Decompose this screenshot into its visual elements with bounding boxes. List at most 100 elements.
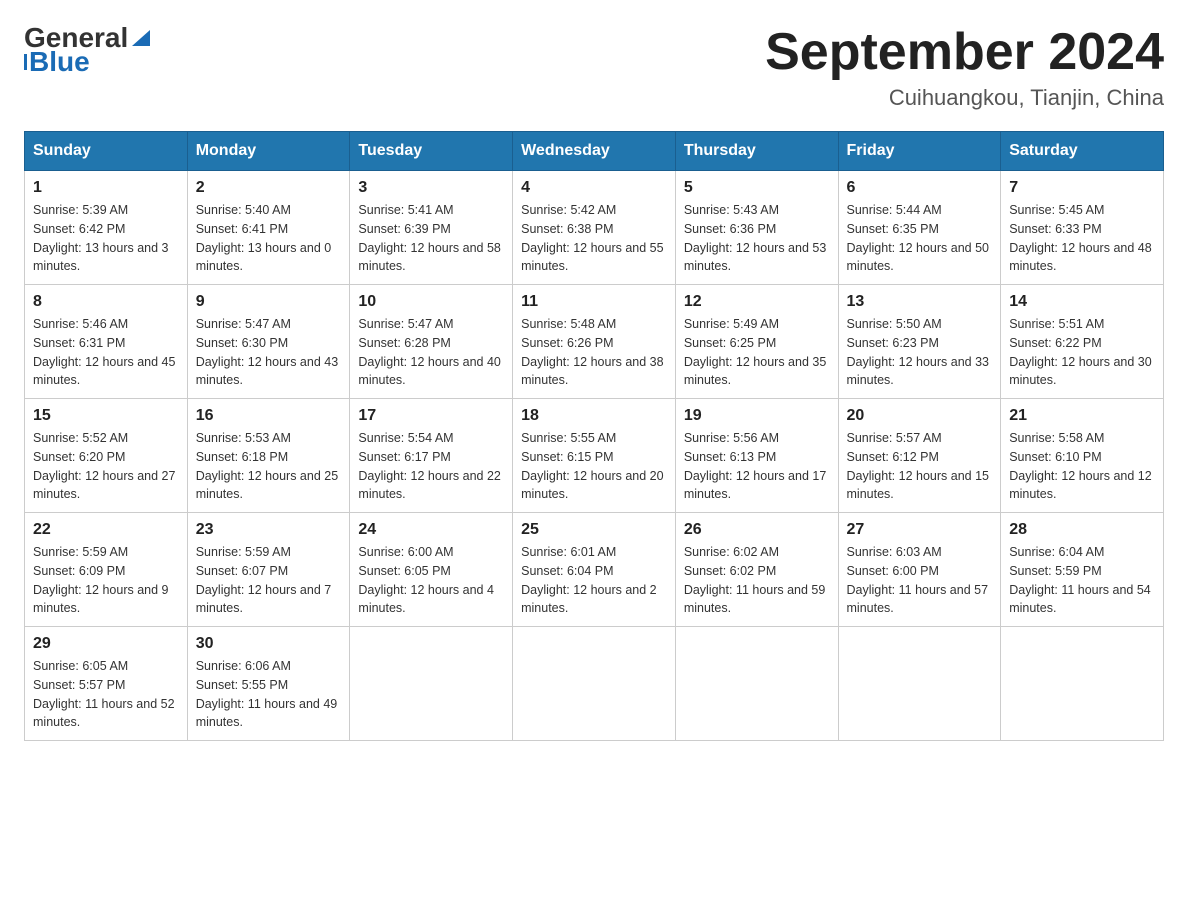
day-info: Sunrise: 5:57 AM Sunset: 6:12 PM Dayligh…	[847, 429, 993, 504]
day-info: Sunrise: 6:06 AM Sunset: 5:55 PM Dayligh…	[196, 657, 342, 732]
table-row: 18 Sunrise: 5:55 AM Sunset: 6:15 PM Dayl…	[513, 399, 676, 513]
table-row: 4 Sunrise: 5:42 AM Sunset: 6:38 PM Dayli…	[513, 171, 676, 285]
day-info: Sunrise: 5:54 AM Sunset: 6:17 PM Dayligh…	[358, 429, 504, 504]
day-info: Sunrise: 5:59 AM Sunset: 6:09 PM Dayligh…	[33, 543, 179, 618]
day-number: 5	[684, 179, 830, 197]
day-info: Sunrise: 5:51 AM Sunset: 6:22 PM Dayligh…	[1009, 315, 1155, 390]
day-info: Sunrise: 5:46 AM Sunset: 6:31 PM Dayligh…	[33, 315, 179, 390]
col-friday: Friday	[838, 132, 1001, 171]
table-row	[1001, 627, 1164, 741]
day-number: 30	[196, 635, 342, 653]
day-number: 24	[358, 521, 504, 539]
day-number: 14	[1009, 293, 1155, 311]
calendar-header-row: Sunday Monday Tuesday Wednesday Thursday…	[25, 132, 1164, 171]
day-number: 29	[33, 635, 179, 653]
table-row: 7 Sunrise: 5:45 AM Sunset: 6:33 PM Dayli…	[1001, 171, 1164, 285]
table-row: 2 Sunrise: 5:40 AM Sunset: 6:41 PM Dayli…	[187, 171, 350, 285]
day-number: 18	[521, 407, 667, 425]
day-number: 13	[847, 293, 993, 311]
calendar-week-1: 1 Sunrise: 5:39 AM Sunset: 6:42 PM Dayli…	[25, 171, 1164, 285]
table-row: 21 Sunrise: 5:58 AM Sunset: 6:10 PM Dayl…	[1001, 399, 1164, 513]
day-number: 16	[196, 407, 342, 425]
day-info: Sunrise: 5:42 AM Sunset: 6:38 PM Dayligh…	[521, 201, 667, 276]
page-header: General Blue September 2024 Cuihuangkou,…	[24, 24, 1164, 111]
logo-text-blue: Blue	[29, 48, 90, 76]
day-info: Sunrise: 5:53 AM Sunset: 6:18 PM Dayligh…	[196, 429, 342, 504]
table-row: 14 Sunrise: 5:51 AM Sunset: 6:22 PM Dayl…	[1001, 285, 1164, 399]
table-row: 16 Sunrise: 5:53 AM Sunset: 6:18 PM Dayl…	[187, 399, 350, 513]
day-number: 20	[847, 407, 993, 425]
table-row: 9 Sunrise: 5:47 AM Sunset: 6:30 PM Dayli…	[187, 285, 350, 399]
day-number: 19	[684, 407, 830, 425]
table-row: 26 Sunrise: 6:02 AM Sunset: 6:02 PM Dayl…	[675, 513, 838, 627]
table-row: 25 Sunrise: 6:01 AM Sunset: 6:04 PM Dayl…	[513, 513, 676, 627]
table-row: 1 Sunrise: 5:39 AM Sunset: 6:42 PM Dayli…	[25, 171, 188, 285]
table-row	[350, 627, 513, 741]
table-row: 22 Sunrise: 5:59 AM Sunset: 6:09 PM Dayl…	[25, 513, 188, 627]
table-row: 17 Sunrise: 5:54 AM Sunset: 6:17 PM Dayl…	[350, 399, 513, 513]
day-info: Sunrise: 5:47 AM Sunset: 6:30 PM Dayligh…	[196, 315, 342, 390]
day-info: Sunrise: 5:49 AM Sunset: 6:25 PM Dayligh…	[684, 315, 830, 390]
col-sunday: Sunday	[25, 132, 188, 171]
day-number: 15	[33, 407, 179, 425]
day-number: 28	[1009, 521, 1155, 539]
calendar-week-5: 29 Sunrise: 6:05 AM Sunset: 5:57 PM Dayl…	[25, 627, 1164, 741]
day-info: Sunrise: 6:00 AM Sunset: 6:05 PM Dayligh…	[358, 543, 504, 618]
title-block: September 2024 Cuihuangkou, Tianjin, Chi…	[765, 24, 1164, 111]
day-info: Sunrise: 6:04 AM Sunset: 5:59 PM Dayligh…	[1009, 543, 1155, 618]
location-subtitle: Cuihuangkou, Tianjin, China	[765, 85, 1164, 111]
table-row: 29 Sunrise: 6:05 AM Sunset: 5:57 PM Dayl…	[25, 627, 188, 741]
logo: General Blue	[24, 24, 152, 76]
table-row: 8 Sunrise: 5:46 AM Sunset: 6:31 PM Dayli…	[25, 285, 188, 399]
table-row: 19 Sunrise: 5:56 AM Sunset: 6:13 PM Dayl…	[675, 399, 838, 513]
table-row: 10 Sunrise: 5:47 AM Sunset: 6:28 PM Dayl…	[350, 285, 513, 399]
day-number: 11	[521, 293, 667, 311]
day-info: Sunrise: 6:01 AM Sunset: 6:04 PM Dayligh…	[521, 543, 667, 618]
day-info: Sunrise: 5:56 AM Sunset: 6:13 PM Dayligh…	[684, 429, 830, 504]
day-number: 10	[358, 293, 504, 311]
col-thursday: Thursday	[675, 132, 838, 171]
day-number: 9	[196, 293, 342, 311]
day-number: 4	[521, 179, 667, 197]
day-number: 1	[33, 179, 179, 197]
table-row: 24 Sunrise: 6:00 AM Sunset: 6:05 PM Dayl…	[350, 513, 513, 627]
day-info: Sunrise: 5:59 AM Sunset: 6:07 PM Dayligh…	[196, 543, 342, 618]
day-number: 12	[684, 293, 830, 311]
col-tuesday: Tuesday	[350, 132, 513, 171]
col-monday: Monday	[187, 132, 350, 171]
day-number: 23	[196, 521, 342, 539]
day-info: Sunrise: 5:48 AM Sunset: 6:26 PM Dayligh…	[521, 315, 667, 390]
calendar-week-2: 8 Sunrise: 5:46 AM Sunset: 6:31 PM Dayli…	[25, 285, 1164, 399]
day-number: 22	[33, 521, 179, 539]
day-number: 25	[521, 521, 667, 539]
logo-triangle-icon	[130, 26, 152, 48]
day-info: Sunrise: 5:47 AM Sunset: 6:28 PM Dayligh…	[358, 315, 504, 390]
day-info: Sunrise: 6:03 AM Sunset: 6:00 PM Dayligh…	[847, 543, 993, 618]
day-info: Sunrise: 5:44 AM Sunset: 6:35 PM Dayligh…	[847, 201, 993, 276]
day-info: Sunrise: 5:43 AM Sunset: 6:36 PM Dayligh…	[684, 201, 830, 276]
day-number: 7	[1009, 179, 1155, 197]
day-info: Sunrise: 5:40 AM Sunset: 6:41 PM Dayligh…	[196, 201, 342, 276]
day-info: Sunrise: 5:50 AM Sunset: 6:23 PM Dayligh…	[847, 315, 993, 390]
table-row	[838, 627, 1001, 741]
table-row	[675, 627, 838, 741]
calendar-week-4: 22 Sunrise: 5:59 AM Sunset: 6:09 PM Dayl…	[25, 513, 1164, 627]
table-row: 11 Sunrise: 5:48 AM Sunset: 6:26 PM Dayl…	[513, 285, 676, 399]
day-number: 17	[358, 407, 504, 425]
day-info: Sunrise: 5:58 AM Sunset: 6:10 PM Dayligh…	[1009, 429, 1155, 504]
table-row: 6 Sunrise: 5:44 AM Sunset: 6:35 PM Dayli…	[838, 171, 1001, 285]
day-number: 8	[33, 293, 179, 311]
day-info: Sunrise: 5:45 AM Sunset: 6:33 PM Dayligh…	[1009, 201, 1155, 276]
day-number: 26	[684, 521, 830, 539]
table-row: 5 Sunrise: 5:43 AM Sunset: 6:36 PM Dayli…	[675, 171, 838, 285]
day-info: Sunrise: 5:55 AM Sunset: 6:15 PM Dayligh…	[521, 429, 667, 504]
day-number: 3	[358, 179, 504, 197]
table-row	[513, 627, 676, 741]
calendar-week-3: 15 Sunrise: 5:52 AM Sunset: 6:20 PM Dayl…	[25, 399, 1164, 513]
table-row: 30 Sunrise: 6:06 AM Sunset: 5:55 PM Dayl…	[187, 627, 350, 741]
col-saturday: Saturday	[1001, 132, 1164, 171]
col-wednesday: Wednesday	[513, 132, 676, 171]
day-info: Sunrise: 5:41 AM Sunset: 6:39 PM Dayligh…	[358, 201, 504, 276]
day-info: Sunrise: 6:05 AM Sunset: 5:57 PM Dayligh…	[33, 657, 179, 732]
day-info: Sunrise: 5:52 AM Sunset: 6:20 PM Dayligh…	[33, 429, 179, 504]
